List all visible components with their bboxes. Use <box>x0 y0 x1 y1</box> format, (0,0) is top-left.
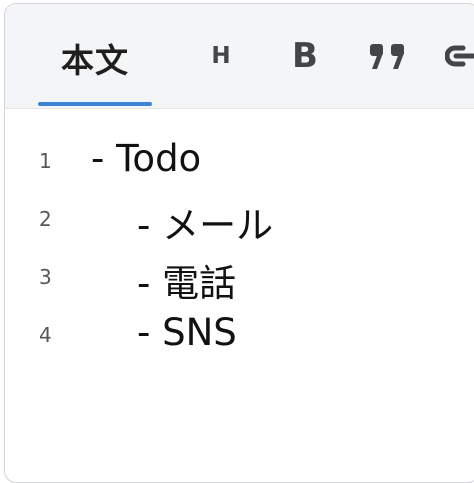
editor-line: 3 - 電話 <box>5 251 474 307</box>
link-icon <box>445 45 474 67</box>
quote-button[interactable] <box>365 34 413 78</box>
line-number: 1 <box>39 149 52 173</box>
editor-line: 1 - Todo <box>5 135 474 191</box>
heading-button[interactable]: H <box>203 34 239 78</box>
editor-toolbar: 本文 H B <box>5 4 474 109</box>
line-text[interactable]: - Todo <box>91 137 201 180</box>
bold-icon: B <box>292 36 318 76</box>
line-text[interactable]: - SNS <box>137 311 237 354</box>
editor-content[interactable]: 1 - Todo 2 - メール 3 - 電話 4 - SNS <box>5 109 474 482</box>
link-button[interactable] <box>445 34 474 78</box>
tab-body-label: 本文 <box>61 41 129 80</box>
line-text[interactable]: - 電話 <box>137 253 236 307</box>
heading-icon: H <box>211 43 231 69</box>
tab-body[interactable]: 本文 <box>38 4 152 108</box>
quote-icon <box>370 44 404 69</box>
editor-line: 4 - SNS <box>5 309 474 365</box>
editor-line: 2 - メール <box>5 193 474 249</box>
line-number: 3 <box>39 265 52 289</box>
line-number: 2 <box>39 207 52 231</box>
line-number: 4 <box>39 323 52 347</box>
bold-button[interactable]: B <box>284 34 326 78</box>
active-tab-indicator <box>38 102 152 106</box>
editor-panel: 本文 H B 1 - Todo 2 - メール 3 - 電話 4 - SNS <box>4 3 474 483</box>
line-text[interactable]: - メール <box>137 195 273 249</box>
